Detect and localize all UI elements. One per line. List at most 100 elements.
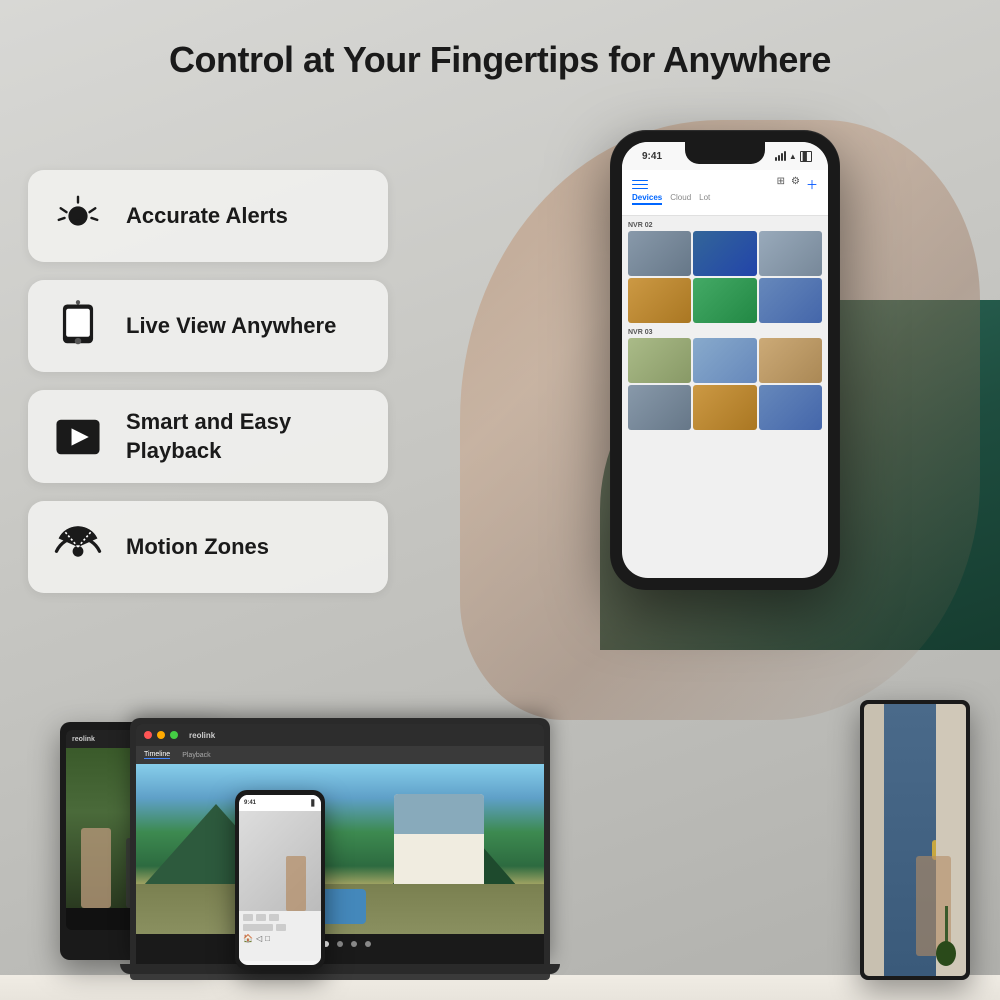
tablet-person-1 <box>81 828 111 908</box>
camera-thumb-10 <box>628 385 691 430</box>
alert-bell-icon <box>50 188 106 244</box>
feature-live-view-label: Live View Anywhere <box>126 312 336 341</box>
mobile-camera-icon <box>50 298 106 354</box>
laptop-brand-label: reolink <box>189 731 215 740</box>
laptop-titlebar: reolink <box>136 724 544 746</box>
laptop-dot-close <box>144 731 152 739</box>
camera-thumb-8 <box>693 338 756 383</box>
signal-icon <box>775 151 786 161</box>
wifi-icon: ▲ <box>789 152 797 161</box>
small-phone-body: 9:41 ▋ 🏠 <box>235 790 325 970</box>
phone-tabs: Devices Cloud Lot <box>632 193 818 205</box>
laptop-playback-controls <box>136 934 544 954</box>
camera-thumb-7 <box>628 338 691 383</box>
motion-sensor-icon <box>50 519 106 575</box>
laptop-building <box>394 794 484 894</box>
device-cluster: reolink 9:41 ▋ <box>50 670 950 1000</box>
grid-icon: ⊞ <box>777 176 785 193</box>
sp-icon-home: 🏠 <box>243 934 253 943</box>
laptop-screen-wrapper: reolink Timeline Playback <box>130 718 550 964</box>
sp-btn-2 <box>256 914 266 921</box>
laptop-dot-max <box>170 731 178 739</box>
camera-thumb-9 <box>759 338 822 383</box>
control-dot-4 <box>351 941 357 947</box>
plant-stem <box>945 906 948 946</box>
camera-thumb-12 <box>759 385 822 430</box>
feature-motion-zones-label: Motion Zones <box>126 533 269 562</box>
play-screen-icon <box>50 409 106 465</box>
feature-accurate-alerts-label: Accurate Alerts <box>126 202 288 231</box>
small-phone-screen: 9:41 ▋ 🏠 <box>239 795 321 965</box>
control-dot-5 <box>365 941 371 947</box>
camera-grid-1 <box>628 231 822 323</box>
camera-thumb-6 <box>759 278 822 323</box>
phone-mockup: 9:41 ▲ ▋ <box>610 130 840 590</box>
control-dot-3 <box>337 941 343 947</box>
sp-control-row-2 <box>243 924 317 931</box>
phone-notch <box>685 142 765 164</box>
feature-live-view: Live View Anywhere <box>28 280 388 372</box>
sp-person <box>286 856 306 911</box>
battery-icon: ▋ <box>800 151 812 162</box>
small-phone-controls: 🏠 ◁ □ <box>239 911 321 961</box>
laptop-base <box>130 964 550 980</box>
doorbell-screen <box>864 704 966 976</box>
doorbell-body <box>860 700 970 980</box>
camera-thumb-1 <box>628 231 691 276</box>
phone-header-row: ⊞ ⚙ ＋ <box>632 176 818 193</box>
camera-thumb-3 <box>759 231 822 276</box>
laptop-device: reolink Timeline Playback <box>130 718 550 980</box>
small-phone-camera-view <box>239 811 321 911</box>
tab-lot: Lot <box>699 193 710 205</box>
camera-grid-2 <box>628 338 822 430</box>
feature-smart-playback: Smart and Easy Playback <box>28 390 388 483</box>
laptop-screen: reolink Timeline Playback <box>136 724 544 964</box>
tab-cloud: Cloud <box>670 193 691 205</box>
laptop-pool-area <box>136 884 544 934</box>
hamburger-icon <box>632 180 648 190</box>
features-list: Accurate Alerts Live View Anywhere Smart… <box>28 170 388 611</box>
feature-motion-zones: Motion Zones <box>28 501 388 593</box>
phone-status-icons: ▲ ▋ <box>775 151 812 162</box>
laptop-dot-min <box>157 731 165 739</box>
sp-control-row-3: 🏠 ◁ □ <box>243 934 317 943</box>
doorbell-wall-left <box>864 704 884 976</box>
tablet-brand-label: reolink <box>72 736 95 743</box>
sp-icon-square: □ <box>265 934 270 943</box>
small-phone-battery: ▋ <box>311 800 316 807</box>
tab-devices: Devices <box>632 193 662 205</box>
sp-btn-wide <box>243 924 273 931</box>
camera-grid-section: NVR 02 NVR 03 <box>622 216 828 440</box>
small-phone-device: 9:41 ▋ 🏠 <box>235 790 325 970</box>
sp-control-row-1 <box>243 914 317 921</box>
page-title: Control at Your Fingertips for Anywhere <box>0 38 1000 81</box>
laptop-tab-timeline: Timeline <box>144 751 170 759</box>
sp-icon-back: ◁ <box>256 934 262 943</box>
add-icon: ＋ <box>806 176 818 193</box>
camera-thumb-2 <box>693 231 756 276</box>
phone-screen: 9:41 ▲ ▋ <box>622 142 828 578</box>
sp-btn-4 <box>276 924 286 931</box>
phone-body: 9:41 ▲ ▋ <box>610 130 840 590</box>
feature-accurate-alerts: Accurate Alerts <box>28 170 388 262</box>
laptop-tab-playback: Playback <box>182 752 210 759</box>
nvr-label-2: NVR 03 <box>628 329 822 336</box>
laptop-tabs-bar: Timeline Playback <box>136 746 544 764</box>
phone-app-header: ⊞ ⚙ ＋ Devices Cloud Lot <box>622 170 828 216</box>
laptop-main-view <box>136 764 544 934</box>
camera-thumb-5 <box>693 278 756 323</box>
doorbell-plant <box>936 906 956 966</box>
plant-top <box>936 941 956 966</box>
sp-btn-3 <box>269 914 279 921</box>
settings-icon: ⚙ <box>791 176 800 193</box>
feature-smart-playback-label: Smart and Easy Playback <box>126 408 366 465</box>
doorbell-wall-right <box>936 704 966 976</box>
camera-thumb-11 <box>693 385 756 430</box>
doorbell-camera-device <box>860 700 970 980</box>
phone-header-actions: ⊞ ⚙ ＋ <box>777 176 818 193</box>
laptop-bottom-bar <box>120 964 560 974</box>
small-phone-header: 9:41 ▋ <box>239 795 321 811</box>
phone-time: 9:41 <box>642 151 662 162</box>
nvr-label-1: NVR 02 <box>628 222 822 229</box>
small-phone-time: 9:41 <box>244 800 256 806</box>
